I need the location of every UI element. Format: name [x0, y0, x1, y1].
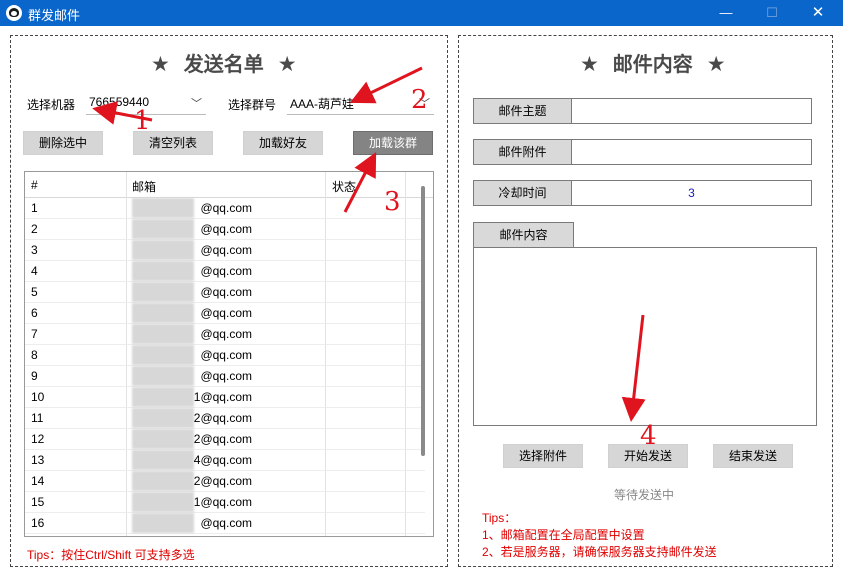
- mail-content-title-text: 邮件内容: [612, 52, 693, 76]
- cooldown-value: 3: [688, 186, 695, 200]
- table-row[interactable]: 4 @qq.com: [25, 261, 425, 282]
- load-group-button[interactable]: 加载该群: [353, 131, 433, 155]
- attachment-input[interactable]: [572, 139, 812, 165]
- column-header-email[interactable]: 邮箱: [132, 178, 156, 195]
- row-index: 4: [31, 264, 38, 278]
- select-attachment-button[interactable]: 选择附件: [503, 444, 583, 468]
- row-email: @qq.com: [200, 348, 252, 362]
- title-bar: 群发邮件 — ☐ ✕: [0, 0, 843, 26]
- table-row[interactable]: 5 @qq.com: [25, 282, 425, 303]
- subject-input[interactable]: [572, 98, 812, 124]
- star-icon: ★: [151, 52, 170, 76]
- row-index: 9: [31, 369, 38, 383]
- row-index: 3: [31, 243, 38, 257]
- row-email: @qq.com: [200, 516, 252, 530]
- table-row[interactable]: 7 @qq.com: [25, 324, 425, 345]
- email-table[interactable]: # 邮箱 状态 1 @qq.com 2 @qq.com 3 @qq.com 4 @qq.com…: [24, 171, 434, 537]
- table-row[interactable]: 15 1@qq.com: [25, 492, 425, 513]
- row-email: 2@qq.com: [193, 432, 252, 446]
- robot-label: 选择机器: [27, 98, 76, 112]
- start-send-button[interactable]: 开始发送: [608, 444, 688, 468]
- close-button[interactable]: ✕: [795, 0, 841, 26]
- row-email: @qq.com: [200, 306, 252, 320]
- row-email: @qq.com: [200, 285, 252, 299]
- window-title: 群发邮件: [28, 8, 81, 23]
- row-index: 14: [31, 474, 45, 488]
- table-row[interactable]: 9 @qq.com: [25, 366, 425, 387]
- robot-select[interactable]: 766559440 ﹀: [86, 91, 206, 115]
- row-index: 13: [31, 453, 45, 467]
- table-row[interactable]: 12 2@qq.com: [25, 429, 425, 450]
- cooldown-label: 冷却时间: [473, 180, 572, 206]
- table-row[interactable]: 10 1@qq.com: [25, 387, 425, 408]
- row-index: 7: [31, 327, 38, 341]
- app-icon: [6, 5, 22, 21]
- mail-content-title: ★ 邮件内容 ★: [580, 48, 726, 77]
- table-header: # 邮箱 状态: [25, 172, 433, 198]
- table-row[interactable]: 6 @qq.com: [25, 303, 425, 324]
- row-index: 15: [31, 495, 45, 509]
- send-list-title-text: 发送名单: [183, 52, 264, 76]
- row-index: 8: [31, 348, 38, 362]
- row-index: 6: [31, 306, 38, 320]
- row-email: @qq.com: [200, 369, 252, 383]
- row-email: @qq.com: [200, 201, 252, 215]
- row-email: 2@qq.com: [193, 411, 252, 425]
- row-email: 1@qq.com: [193, 495, 252, 509]
- robot-select-value: 766559440: [89, 95, 150, 109]
- table-row[interactable]: 1 @qq.com: [25, 198, 425, 219]
- content-textarea[interactable]: [473, 247, 817, 426]
- right-tip-line: 2、若是服务器，请确保服务器支持邮件发送: [482, 545, 717, 559]
- star-icon: ★: [277, 52, 297, 76]
- chevron-down-icon: ﹀: [419, 98, 430, 110]
- row-email: 4@qq.com: [193, 453, 252, 467]
- table-row[interactable]: 14 2@qq.com: [25, 471, 425, 492]
- load-friends-button[interactable]: 加载好友: [243, 131, 323, 155]
- row-index: 5: [31, 285, 38, 299]
- send-list-title: ★ 发送名单 ★: [151, 48, 297, 77]
- group-label: 选择群号: [228, 98, 277, 112]
- attachment-label: 邮件附件: [473, 139, 572, 165]
- scrollbar[interactable]: [421, 186, 425, 456]
- row-email: @qq.com: [200, 327, 252, 341]
- group-select[interactable]: AAA-葫芦娃 ﹀: [287, 91, 434, 115]
- delete-selected-button[interactable]: 删除选中: [23, 131, 103, 155]
- table-row[interactable]: 16 @qq.com: [25, 513, 425, 534]
- chevron-down-icon: ﹀: [191, 98, 202, 110]
- row-index: 11: [31, 411, 44, 425]
- group-select-value: AAA-葫芦娃: [290, 97, 355, 111]
- right-tips: Tips： 1、邮箱配置在全局配置中设置 2、若是服务器，请确保服务器支持邮件发…: [482, 510, 717, 561]
- row-email: 2@qq.com: [193, 474, 252, 488]
- row-index: 16: [31, 516, 45, 530]
- subject-label: 邮件主题: [473, 98, 572, 124]
- left-tips: Tips：按住Ctrl/Shift 可支持多选: [27, 548, 195, 562]
- table-row[interactable]: 8 @qq.com: [25, 345, 425, 366]
- table-row[interactable]: 3 @qq.com: [25, 240, 425, 261]
- column-header-status[interactable]: 状态: [332, 178, 356, 195]
- row-email: 1@qq.com: [193, 390, 252, 404]
- column-header-index[interactable]: #: [31, 178, 38, 192]
- row-email: @qq.com: [200, 264, 252, 278]
- row-index: 1: [31, 201, 38, 215]
- star-icon: ★: [706, 52, 726, 76]
- row-email: @qq.com: [200, 222, 252, 236]
- maximize-button[interactable]: ☐: [749, 0, 795, 26]
- row-email: @qq.com: [200, 243, 252, 257]
- table-row[interactable]: 13 4@qq.com: [25, 450, 425, 471]
- stop-send-button[interactable]: 结束发送: [713, 444, 793, 468]
- row-index: 10: [31, 390, 45, 404]
- right-tips-title: Tips：: [482, 511, 517, 525]
- row-index: 12: [31, 432, 45, 446]
- send-status: 等待发送中: [614, 488, 675, 502]
- content-label: 邮件内容: [473, 222, 574, 248]
- right-tip-line: 1、邮箱配置在全局配置中设置: [482, 528, 645, 542]
- clear-list-button[interactable]: 清空列表: [133, 131, 213, 155]
- minimize-button[interactable]: —: [703, 0, 749, 26]
- row-index: 2: [31, 222, 38, 236]
- star-icon: ★: [580, 52, 599, 76]
- table-row[interactable]: 11 2@qq.com: [25, 408, 425, 429]
- cooldown-input[interactable]: 3: [572, 180, 812, 206]
- table-row[interactable]: 2 @qq.com: [25, 219, 425, 240]
